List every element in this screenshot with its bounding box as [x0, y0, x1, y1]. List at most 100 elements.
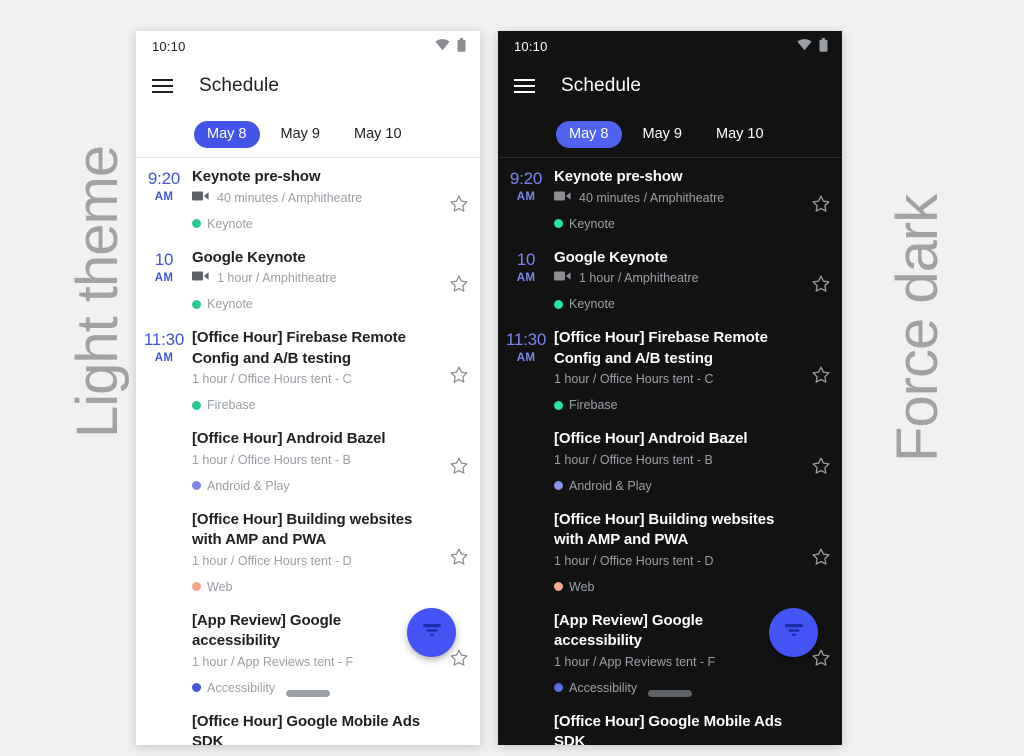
video-camera-icon-svg	[192, 270, 209, 282]
session-meta-text: 1 hour / App Reviews tent - F	[554, 653, 715, 672]
status-bar-clock: 10:10	[152, 39, 186, 54]
schedule-list-item[interactable]: 10AMGoogle Keynote1 hour / AmphitheatreK…	[498, 239, 842, 320]
session-meta-text: 1 hour / Office Hours tent - D	[554, 552, 714, 571]
star-outline-icon-svg	[811, 456, 831, 476]
star-outline-icon[interactable]	[438, 712, 480, 746]
session-title: Google Keynote	[192, 248, 430, 269]
session-meta: 1 hour / Office Hours tent - B	[554, 451, 792, 470]
schedule-list-item[interactable]: [Office Hour] Building websites with AMP…	[498, 501, 842, 602]
session-body: Keynote pre-show40 minutes / Amphitheatr…	[554, 167, 800, 233]
date-tab-may-8[interactable]: May 8	[194, 121, 260, 148]
session-tag-label: Web	[207, 578, 232, 596]
session-meta-text: 1 hour / Office Hours tent - B	[554, 451, 713, 470]
star-outline-icon[interactable]	[800, 328, 842, 414]
page-title: Schedule	[561, 75, 641, 97]
star-outline-icon[interactable]	[800, 510, 842, 596]
session-meta: 1 hour / Office Hours tent - C	[192, 370, 430, 389]
session-time: 11:30AM	[498, 328, 554, 414]
schedule-list-item[interactable]: [Office Hour] Google Mobile Ads SDK1 hou…	[136, 703, 480, 746]
session-title: [Office Hour] Android Bazel	[554, 429, 792, 450]
session-time-ampm: AM	[136, 270, 192, 286]
home-gesture-pill[interactable]	[648, 690, 692, 697]
schedule-list-item[interactable]: 11:30AM[Office Hour] Firebase Remote Con…	[136, 319, 480, 420]
session-meta-text: 1 hour / Office Hours tent - D	[192, 552, 352, 571]
status-bar-icons	[435, 38, 466, 55]
star-outline-icon[interactable]	[438, 167, 480, 233]
session-tag-dot	[554, 219, 563, 228]
date-tab-row: May 8 May 9 May 10	[498, 111, 842, 157]
session-time	[136, 611, 192, 697]
date-tab-may-10[interactable]: May 10	[341, 121, 415, 148]
star-outline-icon[interactable]	[800, 248, 842, 314]
star-outline-icon[interactable]	[800, 167, 842, 233]
session-tag-dot	[554, 582, 563, 591]
session-time-ampm: AM	[136, 189, 192, 205]
session-tag-dot	[554, 683, 563, 692]
filter-fab-button[interactable]	[407, 608, 456, 657]
date-tab-row: May 8 May 9 May 10	[136, 111, 480, 157]
session-tag-label: Keynote	[569, 215, 615, 233]
star-outline-icon[interactable]	[800, 429, 842, 495]
session-title: [Office Hour] Building websites with AMP…	[554, 510, 792, 551]
schedule-list-item[interactable]: [Office Hour] Google Mobile Ads SDK1 hou…	[498, 703, 842, 746]
schedule-list-item[interactable]: 10AMGoogle Keynote1 hour / AmphitheatreK…	[136, 239, 480, 320]
star-outline-icon[interactable]	[438, 429, 480, 495]
star-outline-icon[interactable]	[800, 712, 842, 746]
star-outline-icon[interactable]	[438, 510, 480, 596]
session-tag-dot	[192, 683, 201, 692]
star-outline-icon-svg	[449, 456, 469, 476]
schedule-list-item[interactable]: 9:20AMKeynote pre-show40 minutes / Amphi…	[136, 158, 480, 239]
session-title: Google Keynote	[554, 248, 792, 269]
date-tab-may-8[interactable]: May 8	[556, 121, 622, 148]
app-bar: Schedule	[498, 61, 842, 111]
session-time	[498, 712, 554, 746]
session-time-hour: 9:20	[498, 169, 554, 189]
status-bar: 10:10	[136, 31, 480, 61]
session-time: 9:20AM	[136, 167, 192, 233]
session-time	[136, 429, 192, 495]
session-body: [App Review] Google accessibility1 hour …	[554, 611, 800, 697]
session-body: [Office Hour] Google Mobile Ads SDK1 hou…	[554, 712, 800, 746]
battery-icon-svg	[819, 38, 828, 52]
battery-icon	[819, 38, 828, 55]
session-tag: Keynote	[554, 215, 792, 233]
session-tag: Firebase	[554, 396, 792, 414]
date-tab-may-9[interactable]: May 9	[268, 121, 334, 148]
session-body: [Office Hour] Android Bazel1 hour / Offi…	[192, 429, 438, 495]
filter-fab-button[interactable]	[769, 608, 818, 657]
date-tab-may-9[interactable]: May 9	[630, 121, 696, 148]
session-meta: 1 hour / Office Hours tent - C	[554, 370, 792, 389]
battery-icon-svg	[457, 38, 466, 52]
star-outline-icon-svg	[449, 274, 469, 294]
session-time-hour: 10	[498, 250, 554, 270]
session-time	[136, 510, 192, 596]
schedule-list-item[interactable]: 11:30AM[Office Hour] Firebase Remote Con…	[498, 319, 842, 420]
schedule-list-item[interactable]: [Office Hour] Android Bazel1 hour / Offi…	[498, 420, 842, 501]
star-outline-icon-svg	[449, 547, 469, 567]
star-outline-icon[interactable]	[438, 328, 480, 414]
status-bar: 10:10	[498, 31, 842, 61]
session-meta-text: 1 hour / Amphitheatre	[217, 269, 337, 288]
session-time-ampm: AM	[498, 270, 554, 286]
date-tab-may-10[interactable]: May 10	[703, 121, 777, 148]
video-camera-icon-svg	[192, 190, 209, 202]
star-outline-icon-svg	[449, 365, 469, 385]
star-outline-icon[interactable]	[438, 248, 480, 314]
filter-icon-svg	[783, 621, 805, 639]
home-gesture-pill[interactable]	[286, 690, 330, 697]
schedule-list-item[interactable]: [Office Hour] Android Bazel1 hour / Offi…	[136, 420, 480, 501]
session-meta-text: 1 hour / Office Hours tent - B	[192, 451, 351, 470]
hamburger-menu-icon[interactable]	[514, 79, 535, 93]
video-camera-icon	[192, 189, 209, 208]
session-tag-dot	[554, 481, 563, 490]
session-time	[498, 429, 554, 495]
session-tag-dot	[554, 401, 563, 410]
schedule-list-item[interactable]: [Office Hour] Building websites with AMP…	[136, 501, 480, 602]
wifi-icon-svg	[435, 39, 450, 51]
session-body: [Office Hour] Building websites with AMP…	[554, 510, 800, 596]
session-tag-label: Accessibility	[569, 679, 637, 697]
schedule-list-item[interactable]: 9:20AMKeynote pre-show40 minutes / Amphi…	[498, 158, 842, 239]
video-camera-icon-svg	[554, 190, 571, 202]
session-time: 10AM	[136, 248, 192, 314]
hamburger-menu-icon[interactable]	[152, 79, 173, 93]
